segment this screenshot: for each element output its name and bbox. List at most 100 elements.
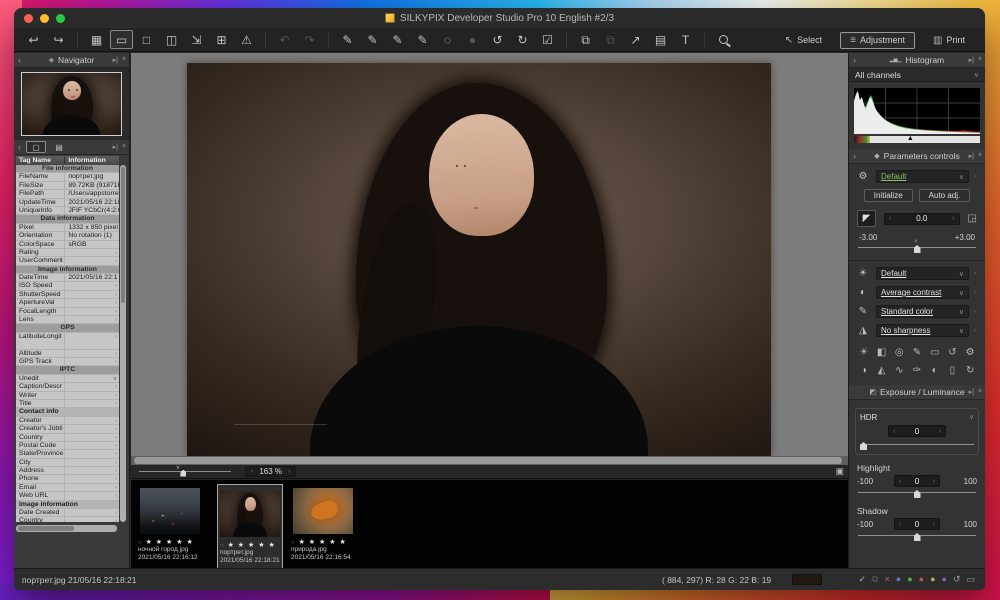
table-row[interactable]: File information [16,165,119,173]
collapse-right-icon[interactable]: › [853,55,856,65]
white-balance-side-icon[interactable]: ‹ [974,271,979,277]
rotation-icon[interactable]: ↺ [944,345,962,360]
float-panel-icon[interactable]: ▸| [113,143,118,151]
filmstrip-item-3[interactable]: ○ ★ ★ ★ ★ ★ природа.jpg 2021/05/16 22:16… [291,488,355,562]
crop-tool-icon[interactable]: ▯ [944,363,962,378]
hdr-slider[interactable] [860,439,974,450]
trimming-icon[interactable]: ▭ [926,345,944,360]
zoom-increase-icon[interactable]: › [288,468,290,475]
float-panel-icon[interactable]: ▸| [113,56,118,64]
table-row[interactable]: ColorSpace sRGB [16,241,119,249]
color-dropdown[interactable]: Standard color ∨ [876,305,969,318]
table-row[interactable]: Image information [16,266,119,274]
zoom-slider[interactable]: ∨ [139,466,231,478]
table-row[interactable]: UniqueInfo JFIF YCbCr(4:2:0)Pr [16,207,119,215]
preview-mode-icon[interactable]: □ [135,30,158,49]
table-row[interactable]: Pixel 1332 x 850 pixel [16,224,119,232]
marker-yellow-icon[interactable]: ● [930,575,935,584]
adjustment-mode-button[interactable]: ≡ Adjustment [840,32,915,49]
loupe-tool-button[interactable] [712,30,735,49]
text-tool-icon[interactable]: T [674,30,697,49]
table-row[interactable]: Unedit ∨ [16,375,119,383]
information-tab[interactable]: ▢ [26,141,46,153]
auto-adjust-button[interactable]: Auto adj. [919,189,971,202]
filmstrip-item-2-selected[interactable]: ○ ★ ★ ★ ★ ★ портрет.jpg 2021/05/16 22:18… [217,484,283,570]
histogram-marker-icon[interactable]: ▲ [907,135,914,143]
undo-status-icon[interactable]: ↺ [953,575,961,584]
preview-canvas[interactable] [131,53,848,456]
table-row[interactable]: ShutterSpeed ‹ [16,291,119,299]
table-row[interactable]: Title ‹ [16,400,119,408]
color-side-icon[interactable]: ‹ [974,309,979,315]
table-row[interactable]: Data information [16,215,119,223]
collapse-left-icon[interactable]: ‹ [18,55,21,65]
close-panel-icon[interactable]: × [978,152,982,160]
thumbnail-portrait[interactable] [220,491,280,537]
collapse-left-icon[interactable]: ‹ [18,142,21,152]
marking-pen-1-icon[interactable]: ✎ [336,30,359,49]
marking-pen-2-icon[interactable]: ✎ [361,30,384,49]
white-balance-tool-icon[interactable]: ◑ [855,363,873,378]
shadow-slider[interactable] [858,530,976,541]
close-panel-icon[interactable]: × [122,143,126,151]
refresh-icon[interactable]: ↻ [961,363,979,378]
spinner-decrease-icon[interactable]: ‹ [889,215,891,222]
histogram-channel-select[interactable]: All channels ∨ [849,68,985,82]
select-mode-button[interactable]: ↖ Select [775,32,832,49]
title-bar[interactable]: SILKYPIX Developer Studio Pro 10 English… [14,8,985,28]
table-row[interactable]: Creator ‹ [16,417,119,425]
initialize-button[interactable]: Initialize [864,189,913,202]
close-panel-icon[interactable]: × [978,56,982,64]
trash-status-icon[interactable]: ▭ [966,575,975,584]
marker-blue-icon[interactable]: ● [896,575,901,584]
parameter-settings-icon[interactable]: ⚙ [961,345,979,360]
table-row[interactable]: UpdateTime 2021/05/16 22:18: [16,199,119,207]
white-balance-dropdown[interactable]: Default ∨ [876,267,969,280]
table-row[interactable]: Creator's Jobti ‹ [16,425,119,433]
marking-pen-4-icon[interactable]: ✎ [411,30,434,49]
highlight-slider[interactable] [858,487,976,498]
float-panel-icon[interactable]: ▸| [969,388,974,396]
star-rating[interactable]: ○ ★ ★ ★ ★ ★ [291,538,355,546]
star-rating[interactable]: ○ ★ ★ ★ ★ ★ [138,538,202,546]
partial-correction-icon[interactable]: ✎ [908,345,926,360]
float-panel-icon[interactable]: ▸| [969,56,974,64]
retouch-brush-icon[interactable]: ◐ [926,363,944,378]
redo-icon[interactable]: ↷ [298,30,321,49]
table-row[interactable]: IPTC [16,366,119,374]
thumbnail-night-city[interactable] [140,488,200,534]
preset-dropdown[interactable]: Default ∨ [876,170,969,183]
marker-red-icon[interactable]: ● [919,575,924,584]
table-row[interactable]: Contact info [16,408,119,416]
spinner-increase-icon[interactable]: › [952,215,954,222]
metadata-vertical-scrollbar[interactable] [120,165,126,522]
check-mark-icon[interactable]: ☑ [536,30,559,49]
table-row[interactable]: Country ‹ [16,517,119,522]
histogram-range-slider[interactable]: ▲ [854,136,980,143]
thumbnail-mode-icon[interactable]: ▦ [85,30,108,49]
eraser-icon[interactable]: ● [461,30,484,49]
table-row[interactable]: Orientation No rotation (1) [16,232,119,240]
star-rating[interactable]: ○ ★ ★ ★ ★ ★ [220,541,280,549]
preview-photo[interactable] [187,63,771,456]
table-row[interactable]: City ‹ [16,459,119,467]
table-row[interactable]: Image information [16,501,119,509]
exposure-slider[interactable]: × [858,242,976,253]
spinner-increase-icon[interactable]: › [933,521,935,528]
table-row[interactable]: DateTime 2021/05/16 22:1 [16,274,119,282]
hdr-dropdown[interactable]: HDR ∨ [860,411,974,423]
next-image-icon[interactable]: ↻ [511,30,534,49]
navigator-preview[interactable] [21,72,122,136]
previous-image-icon[interactable]: ↺ [486,30,509,49]
table-row[interactable]: UserComment ‹ [16,257,119,265]
spinner-increase-icon[interactable]: › [939,428,941,435]
copy-parameters-icon[interactable]: ⧉ [574,30,597,49]
display-toggle-icon[interactable]: ▣ [835,466,844,477]
highlight-tool-icon[interactable]: ◭ [873,363,891,378]
shadow-spinner[interactable]: ‹ 0 › [894,518,940,530]
hdr-spinner[interactable]: ‹ 0 › [888,425,946,437]
spinner-decrease-icon[interactable]: ‹ [899,478,901,485]
warning-display-icon[interactable]: ⚠ [235,30,258,49]
gear-icon[interactable]: ⚙ [855,171,871,182]
ok-mark-icon[interactable]: ✓ [859,575,867,584]
